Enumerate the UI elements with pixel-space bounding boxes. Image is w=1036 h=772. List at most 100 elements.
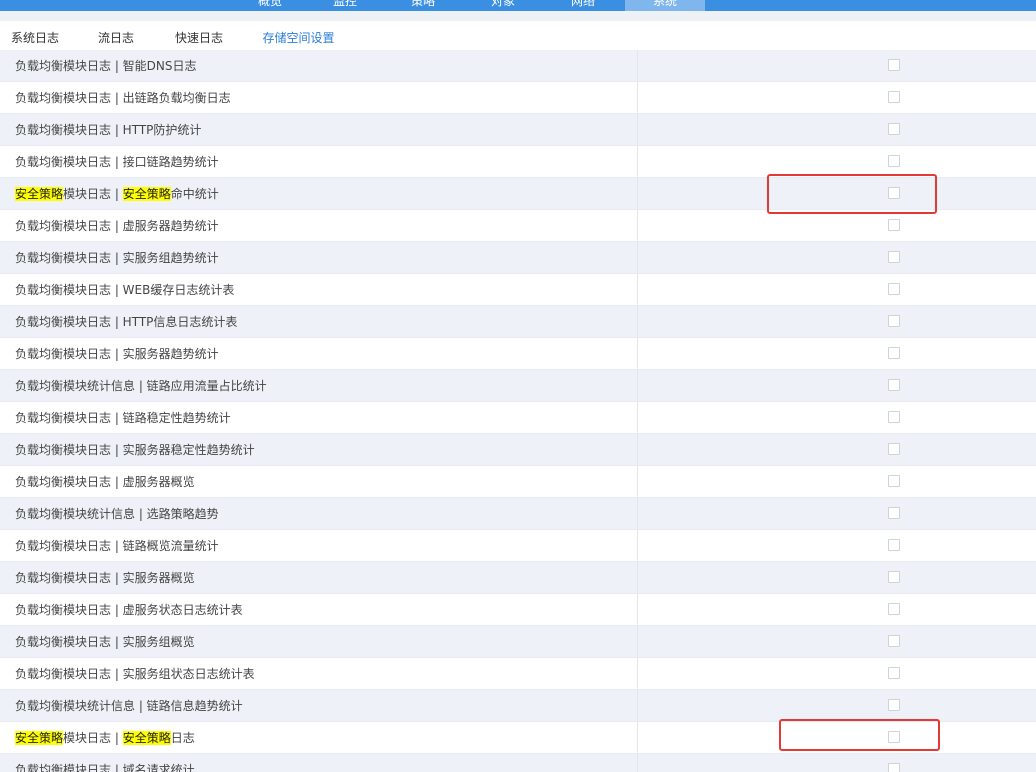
log-type-label: 负载均衡模块日志 | WEB缓存日志统计表: [15, 274, 234, 306]
log-type-label: 负载均衡模块日志 | 实服务组概览: [15, 626, 195, 658]
enable-checkbox[interactable]: [888, 539, 900, 551]
label-text: 负载均衡模块日志 | 实服务组概览: [15, 635, 195, 649]
enable-checkbox[interactable]: [888, 59, 900, 71]
log-type-label: 负载均衡模块日志 | 实服务组趋势统计: [15, 242, 219, 274]
log-type-label: 负载均衡模块日志 | 链路概览流量统计: [15, 530, 219, 562]
table-row: 负载均衡模块日志 | HTTP信息日志统计表: [0, 306, 1036, 338]
table-row: 负载均衡模块日志 | 链路稳定性趋势统计: [0, 402, 1036, 434]
log-type-label: 负载均衡模块日志 | 虚服务器概览: [15, 466, 195, 498]
log-type-label: 负载均衡模块日志 | 链路稳定性趋势统计: [15, 402, 231, 434]
column-divider: [637, 434, 638, 466]
search-highlight: 安全策略: [122, 187, 171, 201]
column-divider: [637, 338, 638, 370]
table-row: 负载均衡模块日志 | 接口链路趋势统计: [0, 146, 1036, 178]
table-row: 负载均衡模块日志 | 虚服务器趋势统计: [0, 210, 1036, 242]
log-type-label: 负载均衡模块日志 | 实服务器概览: [15, 562, 195, 594]
label-text: 负载均衡模块日志 | 链路稳定性趋势统计: [15, 411, 231, 425]
nav-item-overview[interactable]: 概览: [245, 0, 295, 11]
header-gap: [0, 11, 1036, 21]
label-text: 负载均衡模块统计信息 | 选路策略趋势: [15, 507, 219, 521]
column-divider: [637, 274, 638, 306]
table-row: 负载均衡模块日志 | 域名请求统计: [0, 754, 1036, 772]
label-text: 负载均衡模块日志 | 域名请求统计: [15, 763, 195, 772]
enable-checkbox[interactable]: [888, 283, 900, 295]
table-row: 负载均衡模块日志 | 实服务器趋势统计: [0, 338, 1036, 370]
label-text: 负载均衡模块日志 | 虚服务状态日志统计表: [15, 603, 243, 617]
label-text: 负载均衡模块日志 | 实服务器概览: [15, 571, 195, 585]
log-type-label: 负载均衡模块统计信息 | 链路信息趋势统计: [15, 690, 243, 722]
nav-item-monitor[interactable]: 监控: [320, 0, 370, 11]
enable-checkbox[interactable]: [888, 635, 900, 647]
label-text: 命中统计: [170, 187, 219, 201]
enable-checkbox[interactable]: [888, 699, 900, 711]
label-text: 负载均衡模块日志 | 接口链路趋势统计: [15, 155, 219, 169]
search-highlight: 安全策略: [15, 187, 64, 201]
enable-checkbox[interactable]: [888, 379, 900, 391]
table-row: 负载均衡模块日志 | WEB缓存日志统计表: [0, 274, 1036, 306]
column-divider: [637, 754, 638, 772]
enable-checkbox[interactable]: [888, 187, 900, 199]
enable-checkbox[interactable]: [888, 91, 900, 103]
enable-checkbox[interactable]: [888, 411, 900, 423]
enable-checkbox[interactable]: [888, 219, 900, 231]
search-highlight: 安全策略: [122, 731, 171, 745]
table-row: 负载均衡模块日志 | 实服务组趋势统计: [0, 242, 1036, 274]
log-type-label: 负载均衡模块日志 | HTTP信息日志统计表: [15, 306, 237, 338]
column-divider: [637, 498, 638, 530]
log-type-label: 负载均衡模块日志 | 出链路负载均衡日志: [15, 82, 231, 114]
table-row: 安全策略模块日志 | 安全策略命中统计: [0, 178, 1036, 210]
enable-checkbox[interactable]: [888, 763, 900, 772]
label-text: 负载均衡模块日志 | HTTP信息日志统计表: [15, 315, 238, 329]
enable-checkbox[interactable]: [888, 123, 900, 135]
label-text: 负载均衡模块日志 | 实服务器趋势统计: [15, 347, 219, 361]
table-row: 负载均衡模块统计信息 | 链路信息趋势统计: [0, 690, 1036, 722]
enable-checkbox[interactable]: [888, 731, 900, 743]
label-text: 负载均衡模块统计信息 | 链路应用流量占比统计: [15, 379, 267, 393]
nav-item-system[interactable]: 系统: [640, 0, 690, 11]
enable-checkbox[interactable]: [888, 571, 900, 583]
log-type-label: 安全策略模块日志 | 安全策略命中统计: [15, 178, 219, 210]
label-text: 模块日志 |: [63, 731, 123, 745]
label-text: 日志: [170, 731, 195, 745]
enable-checkbox[interactable]: [888, 315, 900, 327]
label-text: 负载均衡模块日志 | WEB缓存日志统计表: [15, 283, 235, 297]
enable-checkbox[interactable]: [888, 603, 900, 615]
table-row: 负载均衡模块日志 | 实服务器概览: [0, 562, 1036, 594]
log-type-label: 负载均衡模块统计信息 | 选路策略趋势: [15, 498, 219, 530]
enable-checkbox[interactable]: [888, 475, 900, 487]
log-type-label: 负载均衡模块日志 | 域名请求统计: [15, 754, 195, 772]
top-nav-bar: 概览 监控 策略 对象 网络 系统: [0, 0, 1036, 11]
label-text: 负载均衡模块日志 | 链路概览流量统计: [15, 539, 219, 553]
table-row: 负载均衡模块日志 | 实服务器稳定性趋势统计: [0, 434, 1036, 466]
column-divider: [637, 50, 638, 82]
nav-item-network[interactable]: 网络: [558, 0, 608, 11]
column-divider: [637, 178, 638, 210]
column-divider: [637, 402, 638, 434]
table-row: 负载均衡模块日志 | 实服务组状态日志统计表: [0, 658, 1036, 690]
table-row: 负载均衡模块统计信息 | 选路策略趋势: [0, 498, 1036, 530]
column-divider: [637, 146, 638, 178]
enable-checkbox[interactable]: [888, 443, 900, 455]
column-divider: [637, 530, 638, 562]
log-type-label: 负载均衡模块日志 | 实服务组状态日志统计表: [15, 658, 255, 690]
nav-item-policy[interactable]: 策略: [398, 0, 448, 11]
nav-item-object[interactable]: 对象: [478, 0, 528, 11]
label-text: 负载均衡模块日志 | 智能DNS日志: [15, 59, 197, 73]
label-text: 负载均衡模块日志 | 实服务器稳定性趋势统计: [15, 443, 255, 457]
log-storage-table: 负载均衡模块日志 | 智能DNS日志 负载均衡模块日志 | 出链路负载均衡日志 负载…: [0, 50, 1036, 772]
label-text: 模块日志 |: [63, 187, 123, 201]
column-divider: [637, 82, 638, 114]
label-text: 负载均衡模块日志 | 实服务组状态日志统计表: [15, 667, 255, 681]
enable-checkbox[interactable]: [888, 667, 900, 679]
log-type-label: 负载均衡模块日志 | 智能DNS日志: [15, 50, 197, 82]
label-text: 负载均衡模块日志 | 虚服务器趋势统计: [15, 219, 219, 233]
column-divider: [637, 658, 638, 690]
column-divider: [637, 722, 638, 754]
enable-checkbox[interactable]: [888, 507, 900, 519]
enable-checkbox[interactable]: [888, 155, 900, 167]
enable-checkbox[interactable]: [888, 347, 900, 359]
column-divider: [637, 594, 638, 626]
log-type-label: 负载均衡模块统计信息 | 链路应用流量占比统计: [15, 370, 267, 402]
table-row: 负载均衡模块日志 | 实服务组概览: [0, 626, 1036, 658]
enable-checkbox[interactable]: [888, 251, 900, 263]
